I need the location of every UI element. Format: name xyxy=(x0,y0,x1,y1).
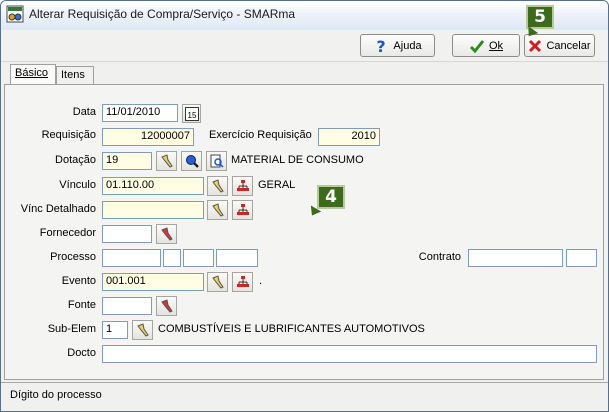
flashlight-red-icon xyxy=(160,227,173,241)
processo-label: Processo xyxy=(50,251,96,263)
evento-label: Evento xyxy=(61,275,96,287)
evento-field[interactable]: 001.001 xyxy=(102,273,204,291)
vinculo-lookup-button[interactable] xyxy=(207,176,228,196)
question-icon: ? xyxy=(377,38,386,54)
sub-elem-description: COMBUSTÍVEIS E LUBRIFICANTES AUTOMOTIVOS xyxy=(158,323,425,335)
exercicio-label: Exercício Requisição xyxy=(209,129,312,141)
fonte-label: Fonte xyxy=(67,299,96,311)
fornecedor-field[interactable] xyxy=(102,225,152,243)
dotacao-lookup-button[interactable] xyxy=(156,151,177,171)
dotacao-field[interactable]: 19 xyxy=(102,152,152,170)
contrato-field-2[interactable] xyxy=(566,249,597,267)
vinculo-tree-button[interactable] xyxy=(232,176,253,196)
data-label: Data xyxy=(72,106,96,118)
status-text: Dígito do processo xyxy=(10,389,102,401)
fonte-field[interactable] xyxy=(102,297,152,315)
tab-basico[interactable]: Básico xyxy=(10,64,56,85)
hierarchy-icon xyxy=(236,180,249,191)
vinc-detalhado-label: Vínc Detalhado xyxy=(20,203,96,215)
hierarchy-icon xyxy=(236,276,249,287)
svg-text:?: ? xyxy=(377,38,386,54)
annotation-badge-4: 4 xyxy=(317,185,345,209)
help-button-label: Ajuda xyxy=(393,39,422,52)
docto-label: Docto xyxy=(67,347,96,359)
vinc-detalhado-tree-button[interactable] xyxy=(232,200,253,220)
calendar-icon-text: 15 xyxy=(187,111,196,120)
flashlight-icon xyxy=(136,323,149,337)
tab-basico-label: Básico xyxy=(15,67,49,79)
dotacao-description: MATERIAL DE CONSUMO xyxy=(231,154,364,166)
close-icon xyxy=(529,39,542,52)
vinc-detalhado-field[interactable] xyxy=(102,201,204,219)
processo-field-1[interactable] xyxy=(102,249,161,267)
help-button[interactable]: ? Ajuda xyxy=(360,34,435,57)
vinculo-label: Vínculo xyxy=(59,179,96,191)
hierarchy-icon xyxy=(236,204,249,215)
sub-elem-lookup-button[interactable] xyxy=(132,320,153,340)
ok-button[interactable]: Ok xyxy=(452,34,520,57)
tab-itens[interactable]: Itens xyxy=(56,66,94,84)
fonte-lookup-button[interactable] xyxy=(156,296,177,316)
vinc-detalhado-lookup-button[interactable] xyxy=(207,200,228,220)
contrato-field-1[interactable] xyxy=(468,249,563,267)
vinculo-description: GERAL xyxy=(258,179,296,191)
ok-button-label: Ok xyxy=(488,39,504,52)
flashlight-icon xyxy=(211,275,224,289)
annotation-badge-5: 5 xyxy=(526,5,554,29)
processo-field-3[interactable] xyxy=(183,249,214,267)
contrato-label: Contrato xyxy=(418,251,461,263)
calendar-button[interactable]: 15 xyxy=(182,104,201,123)
flashlight-icon xyxy=(160,154,173,168)
app-icon xyxy=(6,5,24,23)
vinculo-field[interactable]: 01.110.00 xyxy=(102,177,204,195)
evento-tree-button[interactable] xyxy=(232,272,253,292)
flashlight-icon xyxy=(211,179,224,193)
calendar-icon: 15 xyxy=(184,106,199,121)
requisicao-label: Requisição xyxy=(41,129,96,141)
evento-lookup-button[interactable] xyxy=(207,272,228,292)
flashlight-red-icon xyxy=(160,299,173,313)
fornecedor-label: Fornecedor xyxy=(39,227,96,239)
processo-field-2[interactable] xyxy=(163,249,181,267)
flashlight-icon xyxy=(211,203,224,217)
magnifier-icon xyxy=(185,155,199,168)
exercicio-field[interactable]: 2010 xyxy=(318,128,380,146)
dotacao-preview-button[interactable] xyxy=(206,151,227,171)
check-icon xyxy=(469,39,485,53)
processo-field-4[interactable] xyxy=(216,249,258,267)
tab-itens-label: Itens xyxy=(61,69,85,81)
docto-field[interactable] xyxy=(102,345,597,363)
dotacao-search-button[interactable] xyxy=(181,151,202,171)
data-field[interactable]: 11/01/2010 xyxy=(102,104,178,122)
fornecedor-lookup-button[interactable] xyxy=(156,224,177,244)
sub-elem-field[interactable]: 1 xyxy=(102,321,128,339)
evento-description: . xyxy=(259,275,263,287)
cancel-button-label: Cancelar xyxy=(546,39,591,52)
sub-elem-label: Sub-Elem xyxy=(47,323,96,335)
window-title: Alterar Requisição de Compra/Serviço - S… xyxy=(29,7,296,21)
dotacao-label: Dotação xyxy=(55,154,96,166)
document-search-icon xyxy=(210,154,224,168)
requisicao-field[interactable]: 12000007 xyxy=(102,128,194,146)
